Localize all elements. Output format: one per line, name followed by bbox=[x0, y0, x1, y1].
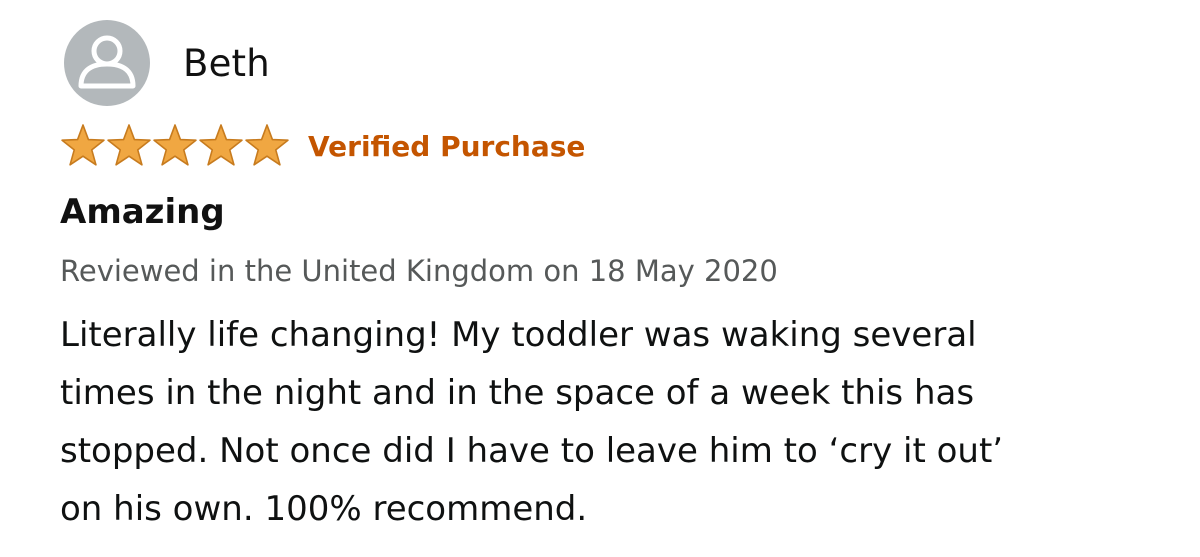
review-body-line: times in the night and in the space of a… bbox=[60, 373, 975, 413]
review-title[interactable]: Amazing bbox=[60, 192, 225, 232]
star-icon bbox=[107, 124, 151, 166]
verified-purchase-badge: Verified Purchase bbox=[308, 129, 586, 163]
user-silhouette-icon bbox=[78, 35, 136, 89]
rating-row: Verified Purchase bbox=[60, 122, 585, 170]
star-icon bbox=[61, 124, 105, 166]
star-icon bbox=[199, 124, 243, 166]
review-body-line: stopped. Not once did I have to leave hi… bbox=[60, 431, 1004, 471]
author-name[interactable]: Beth bbox=[183, 42, 270, 85]
avatar bbox=[64, 20, 150, 106]
review-date: Reviewed in the United Kingdom on 18 May… bbox=[60, 254, 778, 288]
review-body-line: on his own. 100% recommend. bbox=[60, 489, 588, 529]
review-author: Beth bbox=[64, 20, 270, 106]
review-card: Beth Verified Purchase Amazing Reviewed … bbox=[0, 0, 1200, 557]
star-rating[interactable] bbox=[60, 123, 290, 169]
star-icon bbox=[245, 124, 289, 166]
star-icon bbox=[153, 124, 197, 166]
review-body-line: Literally life changing! My toddler was … bbox=[60, 315, 977, 355]
review-body: Literally life changing! My toddler was … bbox=[60, 306, 1170, 538]
